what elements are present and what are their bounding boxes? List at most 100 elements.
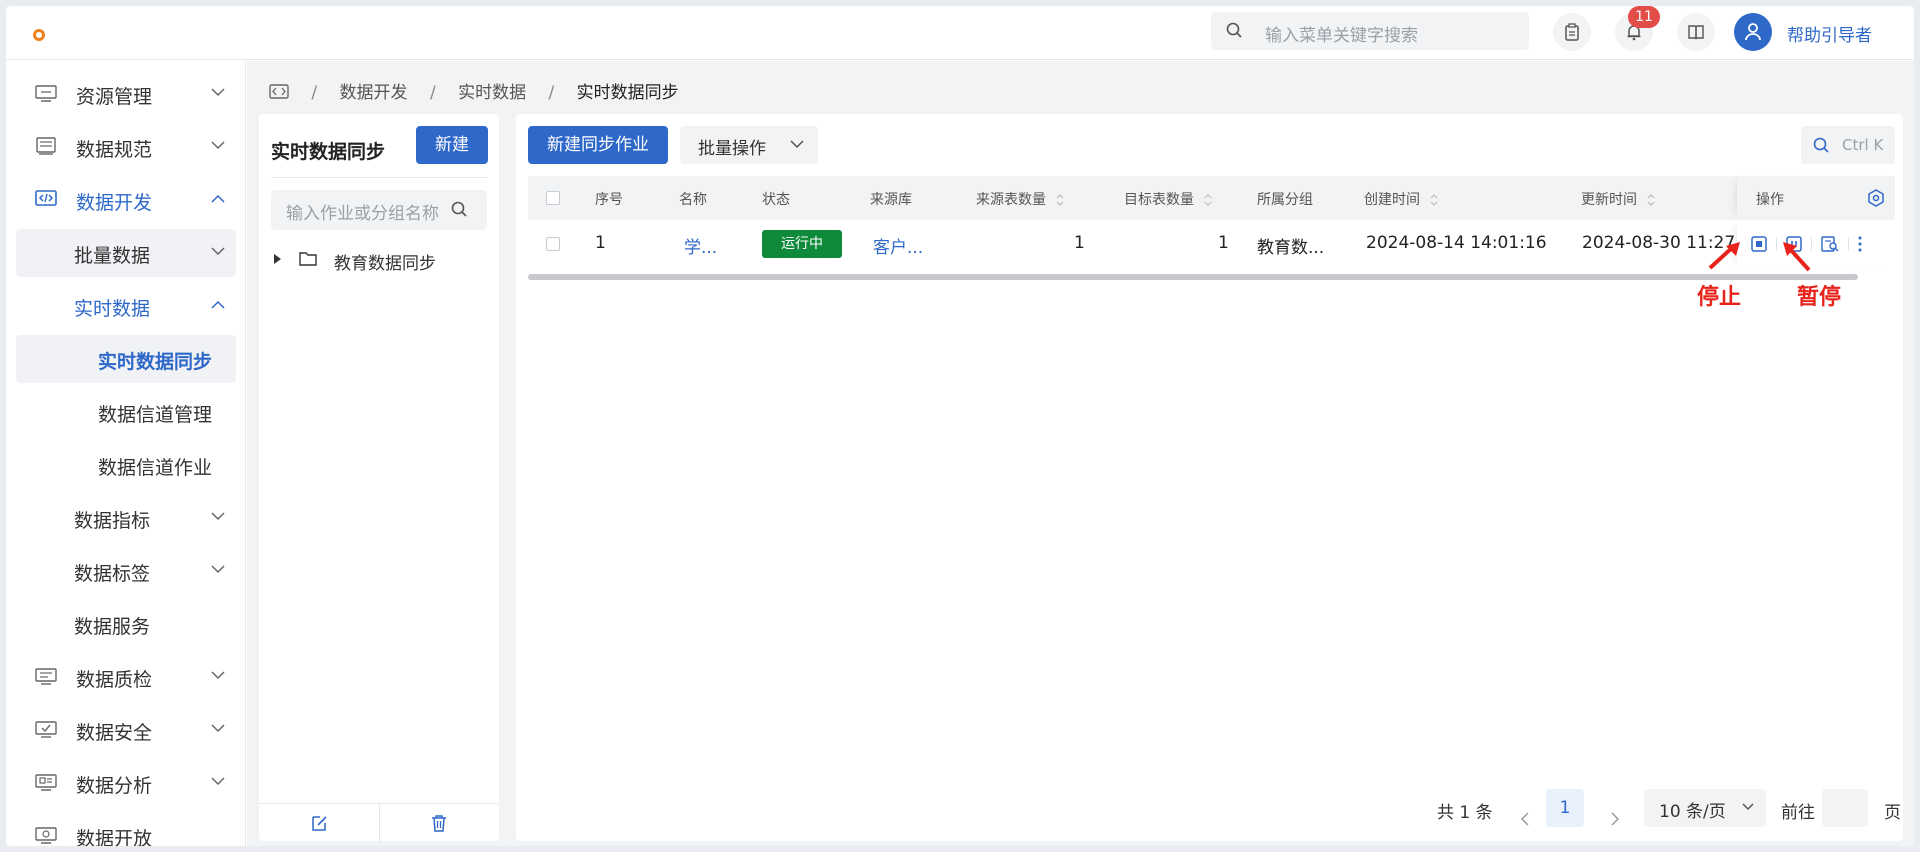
- notification-badge: 11: [1628, 6, 1660, 28]
- chevron-down-icon: [211, 88, 225, 97]
- breadcrumb-item[interactable]: 实时数据: [458, 78, 526, 103]
- sort-icon[interactable]: [1056, 194, 1064, 206]
- quick-search-button[interactable]: Ctrl K: [1801, 126, 1895, 164]
- breadcrumb-current: 实时数据同步: [576, 83, 679, 103]
- sidebar-item-label: 数据信道作业: [98, 457, 213, 479]
- sidebar-item-label: 数据安全: [76, 722, 153, 744]
- sidebar-item-realtime-data[interactable]: 实时数据: [16, 282, 236, 330]
- more-vertical-icon[interactable]: [1857, 236, 1863, 252]
- sidebar-item-label: 实时数据: [74, 298, 151, 320]
- sidebar-item-service[interactable]: 数据服务: [16, 600, 236, 648]
- sort-icon[interactable]: [1204, 194, 1212, 206]
- sidebar-item-label: 数据开发: [76, 192, 153, 214]
- sidebar-item-label: 数据分析: [76, 775, 153, 797]
- chevron-down-icon: [211, 565, 225, 574]
- column-header-created[interactable]: 创建时间: [1364, 189, 1438, 209]
- username-label[interactable]: 帮助引导者: [1787, 21, 1872, 46]
- column-header-updated[interactable]: 更新时间: [1581, 189, 1655, 209]
- column-header-target-tables[interactable]: 目标表数量: [1124, 189, 1212, 209]
- tree-footer: [259, 803, 499, 842]
- task-button[interactable]: [1553, 13, 1591, 51]
- sidebar-item-metrics[interactable]: 数据指标: [16, 494, 236, 542]
- pagination-current-page[interactable]: 1: [1546, 789, 1584, 827]
- expand-caret-icon[interactable]: [274, 254, 281, 264]
- chevron-left-icon[interactable]: [1520, 800, 1530, 838]
- user-avatar[interactable]: [1734, 13, 1772, 51]
- edit-button[interactable]: [259, 804, 379, 842]
- sidebar-item-label: 数据标签: [74, 563, 151, 585]
- chevron-down-icon: [211, 671, 225, 680]
- cell-target-tables: 1: [1218, 233, 1229, 253]
- sidebar-item-resource[interactable]: 资源管理: [16, 70, 236, 118]
- trash-icon: [432, 815, 446, 832]
- search-icon: [451, 201, 467, 217]
- tree-search-input[interactable]: 输入作业或分组名称: [271, 190, 487, 230]
- code-icon: [269, 84, 289, 99]
- row-checkbox[interactable]: [546, 237, 560, 251]
- dashboard-icon: [35, 774, 57, 791]
- sidebar-item-analysis[interactable]: 数据分析: [16, 759, 236, 807]
- breadcrumb-item[interactable]: 数据开发: [340, 78, 408, 103]
- chevron-right-icon[interactable]: [1610, 800, 1620, 838]
- sort-icon[interactable]: [1430, 194, 1438, 206]
- code-icon: [35, 190, 57, 206]
- sidebar-item-label: 数据信道管理: [98, 404, 213, 426]
- chevron-up-icon: [211, 194, 225, 203]
- column-header-source-tables[interactable]: 来源表数量: [976, 189, 1064, 209]
- tree-node-label: 教育数据同步: [334, 254, 436, 274]
- sidebar-item-tags[interactable]: 数据标签: [16, 547, 236, 595]
- search-placeholder: 输入菜单关键字搜索: [1265, 26, 1418, 46]
- edit-icon: [312, 816, 327, 831]
- column-header-label: 创建时间: [1364, 192, 1420, 208]
- clipboard-icon: [1565, 23, 1579, 41]
- sidebar-item-channel-job[interactable]: 数据信道作业: [16, 441, 236, 489]
- stop-annotation: 停止: [1697, 285, 1742, 310]
- monitor-icon: [35, 85, 57, 102]
- docs-button[interactable]: [1677, 13, 1715, 51]
- column-settings-icon[interactable]: [1867, 189, 1885, 207]
- sidebar-item-quality[interactable]: 数据质检: [16, 653, 236, 701]
- cell-name-link[interactable]: 学...: [684, 233, 717, 258]
- sidebar-item-security[interactable]: 数据安全: [16, 706, 236, 754]
- pagination-goto-input[interactable]: [1822, 789, 1868, 827]
- user-icon: [1745, 23, 1761, 41]
- delete-button[interactable]: [379, 804, 499, 842]
- table-row[interactable]: 1 学... 运行中 客户... 1 1 教育数... 2024-08-14 1…: [528, 220, 1895, 268]
- cell-source-db-link[interactable]: 客户...: [873, 233, 923, 258]
- tree-title: 实时数据同步: [271, 141, 386, 163]
- book-icon: [1688, 25, 1704, 40]
- sidebar-item-realtime-sync[interactable]: 实时数据同步: [16, 335, 236, 383]
- stop-icon[interactable]: [1751, 236, 1767, 252]
- new-sync-job-button[interactable]: 新建同步作业: [528, 126, 668, 164]
- sidebar-item-standards[interactable]: 数据规范: [16, 123, 236, 171]
- sort-icon[interactable]: [1647, 194, 1655, 206]
- view-detail-icon[interactable]: [1821, 236, 1839, 252]
- divider: [271, 177, 487, 178]
- top-header: 输入菜单关键字搜索 11 帮助引导者: [6, 6, 1914, 60]
- sidebar-item-open[interactable]: 数据开放: [16, 812, 236, 846]
- sidebar-item-development[interactable]: 数据开发: [16, 176, 236, 224]
- chevron-down-icon: [211, 777, 225, 786]
- divider: [1848, 237, 1849, 251]
- pause-annotation-arrow-icon: [1783, 242, 1811, 272]
- sidebar-item-label: 数据规范: [76, 139, 153, 161]
- select-all-checkbox[interactable]: [546, 191, 560, 205]
- batch-operation-dropdown[interactable]: 批量操作: [680, 126, 818, 164]
- sidebar-item-batch-data[interactable]: 批量数据: [16, 229, 236, 277]
- menu-search-input[interactable]: 输入菜单关键字搜索: [1211, 12, 1529, 50]
- cell-source-tables: 1: [1074, 233, 1085, 253]
- new-group-button[interactable]: 新建: [416, 126, 488, 164]
- page-size-select[interactable]: 10 条/页: [1644, 789, 1766, 827]
- chevron-down-icon: [211, 724, 225, 733]
- server-icon: [36, 137, 56, 155]
- sidebar-item-label: 实时数据同步: [98, 351, 213, 373]
- cell-group: 教育数...: [1257, 238, 1325, 258]
- status-badge: 运行中: [762, 230, 842, 258]
- stop-annotation-arrow-icon: [1708, 242, 1740, 270]
- column-header-operation: 操作: [1756, 192, 1784, 208]
- horizontal-scrollbar[interactable]: [528, 274, 1858, 280]
- app-logo: [33, 29, 45, 41]
- sidebar-item-channel-manage[interactable]: 数据信道管理: [16, 388, 236, 436]
- shortcut-hint: Ctrl K: [1842, 136, 1884, 154]
- column-header-label: 来源表数量: [976, 192, 1046, 208]
